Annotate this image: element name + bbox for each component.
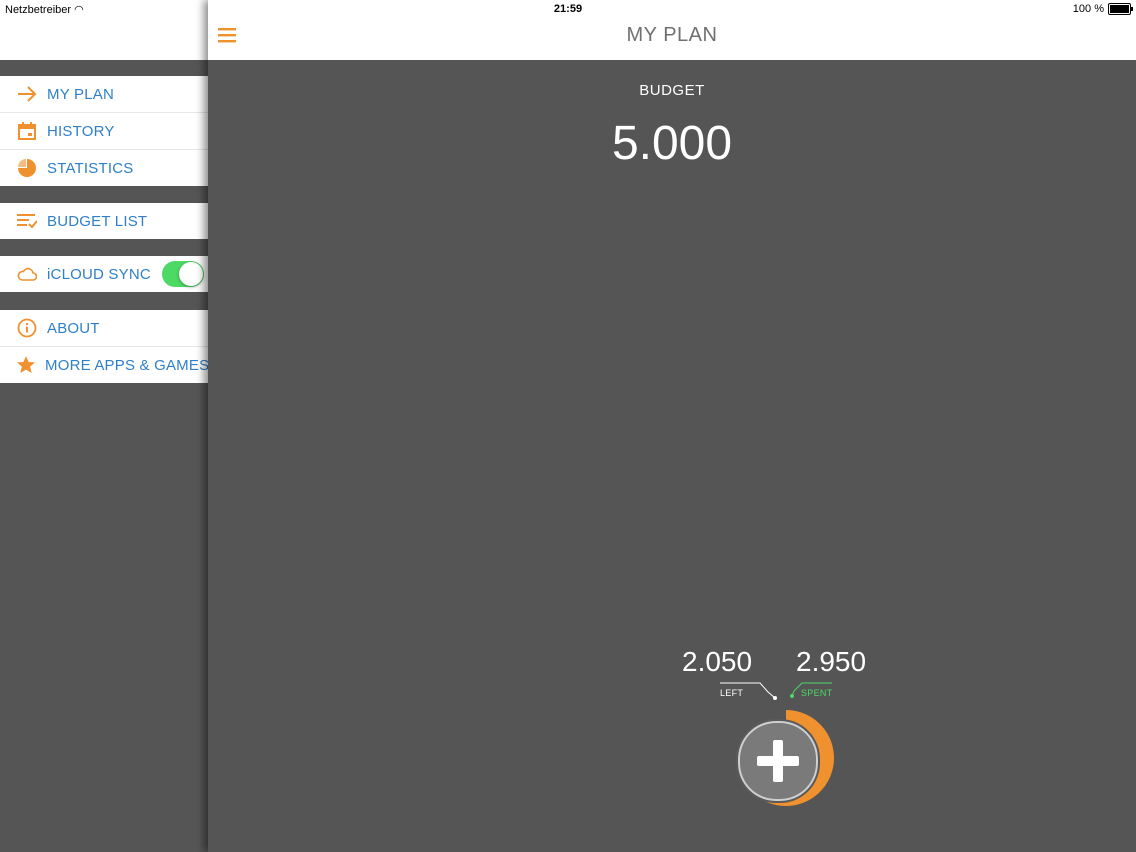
info-icon	[16, 317, 38, 339]
main-panel: MY PLAN BUDGET 5.000 2.050 2.950 LEFT SP…	[208, 0, 1136, 852]
left-pointer-line	[720, 682, 776, 699]
status-time: 21:59	[553, 3, 583, 15]
cloud-icon	[16, 263, 38, 285]
page-title: MY PLAN	[626, 24, 718, 46]
plus-icon	[757, 740, 799, 782]
star-icon	[16, 354, 36, 376]
pie-chart-icon	[16, 157, 38, 179]
sidebar-item-more-apps[interactable]: MORE APPS & GAMES	[0, 346, 210, 383]
left-amount: 2.050	[682, 646, 753, 677]
spent-amount: 2.950	[796, 646, 867, 677]
battery-icon	[1108, 3, 1133, 15]
sidebar-group-sync: iCLOUD SYNC	[0, 256, 208, 292]
spent-pointer-dot	[790, 694, 794, 698]
sidebar-group-budgets: BUDGET LIST	[0, 203, 208, 239]
sidebar-group-main: MY PLAN HISTORY STATISTICS	[0, 76, 208, 186]
sidebar-item-label: MY PLAN	[47, 85, 114, 103]
battery-text: 100 %	[1072, 3, 1104, 15]
battery-status: 100 %	[1072, 3, 1133, 15]
sidebar-item-statistics[interactable]: STATISTICS	[0, 149, 208, 186]
spent-pointer-line	[791, 682, 832, 697]
budget-value: 5.000	[611, 117, 733, 170]
sidebar-item-my-plan[interactable]: MY PLAN	[0, 76, 208, 112]
sidebar-item-budget-list[interactable]: BUDGET LIST	[0, 203, 208, 239]
sidebar-item-label: ABOUT	[47, 319, 100, 337]
status-bar: Netzbetreiber ◠ 21:59 100 %	[0, 0, 1136, 18]
sidebar-item-about[interactable]: ABOUT	[0, 310, 208, 346]
left-pointer-dot	[773, 696, 777, 700]
arrow-right-icon	[16, 83, 38, 105]
add-expense-button[interactable]	[736, 719, 820, 803]
sidebar-group-info: ABOUT MORE APPS & GAMES	[0, 310, 210, 383]
sidebar-item-icloud-sync: iCLOUD SYNC	[0, 256, 208, 292]
icloud-sync-toggle[interactable]	[162, 261, 204, 287]
budget-label: BUDGET	[639, 82, 705, 99]
sidebar-item-label: iCLOUD SYNC	[47, 265, 151, 283]
sidebar-item-label: BUDGET LIST	[47, 212, 148, 230]
sidebar-item-history[interactable]: HISTORY	[0, 112, 208, 149]
sidebar-menu: MY PLAN HISTORY STATISTICS BUDGET LIST i…	[0, 0, 210, 852]
toggle-knob	[179, 262, 203, 286]
calendar-icon	[16, 120, 38, 142]
sidebar-item-label: HISTORY	[47, 122, 115, 140]
sidebar-item-label: STATISTICS	[47, 159, 134, 177]
list-check-icon	[16, 210, 38, 232]
sidebar-item-label: MORE APPS & GAMES	[45, 356, 210, 374]
